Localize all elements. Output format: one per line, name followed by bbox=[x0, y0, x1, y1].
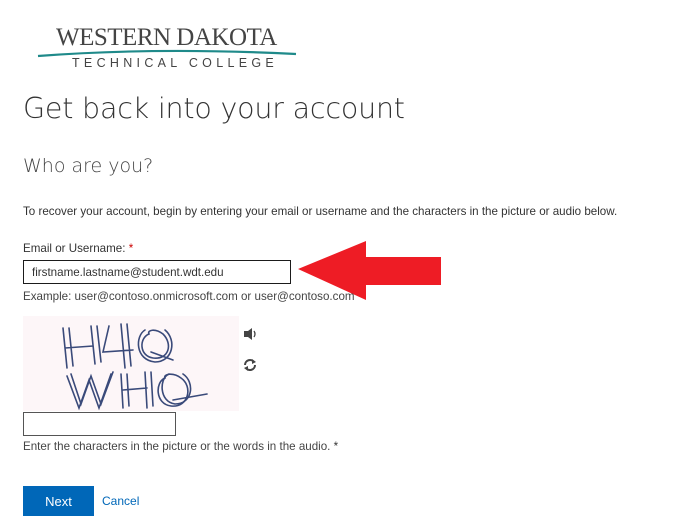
email-input[interactable] bbox=[23, 260, 291, 284]
instructions-text: To recover your account, begin by enteri… bbox=[23, 205, 618, 218]
captcha-hint: Enter the characters in the picture or t… bbox=[23, 440, 338, 453]
email-required-mark: * bbox=[128, 242, 134, 255]
email-label-text: Email or Username: bbox=[23, 242, 126, 255]
captcha-hint-text: Enter the characters in the picture or t… bbox=[23, 440, 331, 453]
cancel-link[interactable]: Cancel bbox=[102, 494, 139, 508]
captcha-input[interactable] bbox=[23, 412, 176, 436]
captcha-image bbox=[23, 316, 239, 411]
college-logo: WESTERN DAKOTA TECHNICAL COLLEGE bbox=[36, 22, 298, 72]
speaker-icon[interactable] bbox=[242, 326, 258, 342]
next-button[interactable]: Next bbox=[23, 486, 94, 516]
email-label: Email or Username: * bbox=[23, 242, 133, 255]
logo-bottom-text: TECHNICAL COLLEGE bbox=[72, 56, 279, 70]
page-subtitle: Who are you? bbox=[23, 155, 154, 177]
refresh-icon[interactable] bbox=[242, 357, 258, 373]
page-title: Get back into your account bbox=[23, 92, 405, 125]
captcha-required-mark: * bbox=[333, 440, 339, 453]
email-example-text: Example: user@contoso.onmicrosoft.com or… bbox=[23, 290, 355, 303]
